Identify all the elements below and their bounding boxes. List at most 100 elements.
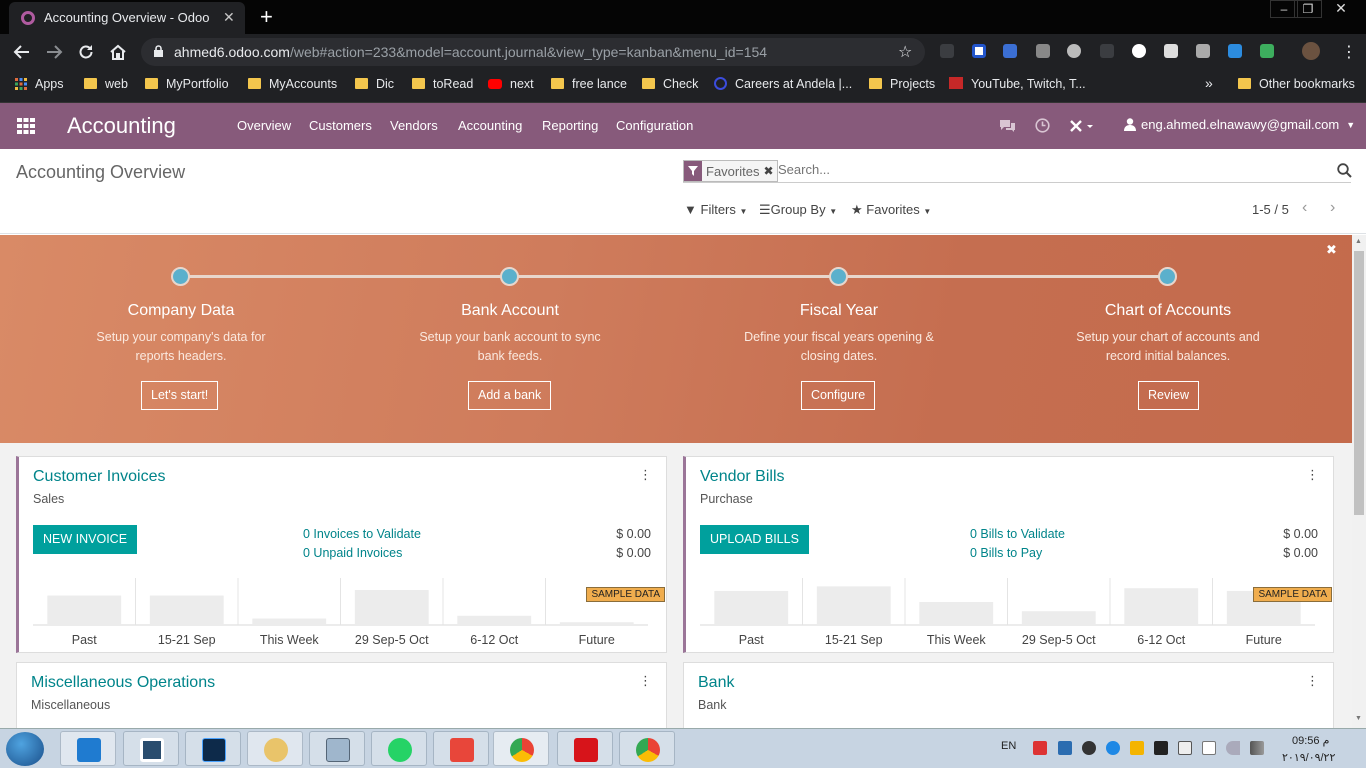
bookmark-folder[interactable]: MyAccounts <box>248 77 337 91</box>
back-icon[interactable] <box>13 43 31 61</box>
menu-reporting[interactable]: Reporting <box>542 118 598 133</box>
window-close-icon[interactable]: ✕ <box>1320 0 1362 18</box>
chart-bar[interactable] <box>1124 588 1199 625</box>
profile-avatar[interactable] <box>1302 42 1320 60</box>
chart-bar[interactable] <box>457 615 532 625</box>
bookmark-folder[interactable]: Projects <box>869 77 935 91</box>
apps-menu-icon[interactable] <box>17 118 35 134</box>
network-icon[interactable] <box>1250 741 1264 755</box>
pager-previous-icon[interactable]: ‹ <box>1302 199 1307 217</box>
extension-icon[interactable] <box>1228 44 1242 58</box>
tray-icon[interactable] <box>1178 741 1192 755</box>
bookmark-apps[interactable]: Apps <box>15 77 64 91</box>
tray-icon[interactable] <box>1033 741 1047 755</box>
add-bank-button[interactable]: Add a bank <box>468 381 552 410</box>
bookmark-youtube[interactable]: next <box>488 77 534 91</box>
scroll-thumb[interactable] <box>1354 251 1364 515</box>
taskbar-acrobat[interactable] <box>557 731 613 766</box>
journal-title[interactable]: Miscellaneous Operations <box>31 674 215 692</box>
favorites-dropdown[interactable]: ★ Favorites ▼ <box>851 202 931 218</box>
chart-bar[interactable] <box>149 595 224 625</box>
extension-icon[interactable] <box>1164 44 1178 58</box>
volume-icon[interactable] <box>1226 741 1240 755</box>
card-menu-icon[interactable]: ⋮ <box>639 673 652 689</box>
filters-dropdown[interactable]: ▼ Filters ▼ <box>684 202 747 217</box>
scrollbar[interactable]: ▲ ▼ <box>1352 235 1366 728</box>
card-menu-icon[interactable]: ⋮ <box>1306 467 1319 483</box>
bills-to-pay-link[interactable]: 0 Bills to Pay <box>970 546 1042 560</box>
reload-icon[interactable] <box>77 43 95 61</box>
invoices-to-validate-link[interactable]: 0 Invoices to Validate <box>303 527 421 541</box>
extension-icon[interactable] <box>1260 44 1274 58</box>
bills-to-validate-link[interactable]: 0 Bills to Validate <box>970 527 1065 541</box>
chart-bar[interactable] <box>252 618 327 625</box>
debug-tools-icon[interactable] <box>1070 120 1094 133</box>
menu-vendors[interactable]: Vendors <box>390 118 438 133</box>
search-input[interactable] <box>778 162 1278 177</box>
journal-title[interactable]: Customer Invoices <box>33 468 166 486</box>
scroll-down-icon[interactable]: ▼ <box>1355 715 1362 722</box>
chart-bar[interactable] <box>354 590 429 625</box>
unpaid-invoices-link[interactable]: 0 Unpaid Invoices <box>303 546 402 560</box>
upload-bills-button[interactable]: UPLOAD BILLS <box>700 525 809 554</box>
menu-customers[interactable]: Customers <box>309 118 372 133</box>
taskbar-calculator[interactable] <box>309 731 365 766</box>
chart-bar[interactable] <box>1021 611 1096 625</box>
clock-date[interactable]: ٢٠١٩/٠٩/٢٢ <box>1282 751 1335 764</box>
chart-bar[interactable] <box>559 622 634 625</box>
journal-title[interactable]: Bank <box>698 674 734 692</box>
language-indicator[interactable]: EN <box>1001 740 1016 752</box>
taskbar-chrome[interactable] <box>493 731 549 766</box>
chart-bar[interactable] <box>816 586 891 625</box>
new-tab-icon[interactable]: + <box>260 4 273 30</box>
bookmark-folder[interactable]: free lance <box>551 77 627 91</box>
review-button[interactable]: Review <box>1138 381 1199 410</box>
restore-icon[interactable]: ❐ <box>1294 0 1322 18</box>
bookmark-folder[interactable]: MyPortfolio <box>145 77 229 91</box>
menu-overview[interactable]: Overview <box>237 118 291 133</box>
pager-next-icon[interactable]: › <box>1330 199 1335 217</box>
close-icon[interactable]: ✖ <box>1326 242 1337 258</box>
chart-bar[interactable] <box>47 595 122 625</box>
app-name[interactable]: Accounting <box>67 113 176 139</box>
teamviewer-icon[interactable] <box>1106 741 1120 755</box>
user-menu[interactable]: eng.ahmed.elnawawy@gmail.com ▼ <box>1124 117 1355 132</box>
extension-icon[interactable] <box>972 44 986 58</box>
tray-icon[interactable] <box>1130 741 1144 755</box>
search-icon[interactable] <box>1337 163 1352 178</box>
taskbar-whatsapp[interactable] <box>371 731 427 766</box>
taskbar-photoshop[interactable] <box>185 731 241 766</box>
start-button[interactable] <box>6 732 44 766</box>
tray-icon[interactable] <box>1058 741 1072 755</box>
action-center-flag-icon[interactable] <box>1202 741 1216 755</box>
taskbar-paint[interactable] <box>247 731 303 766</box>
bookmarks-overflow-icon[interactable]: » <box>1205 75 1213 91</box>
chart-bar[interactable] <box>919 602 994 625</box>
menu-accounting[interactable]: Accounting <box>458 118 522 133</box>
tray-icon[interactable] <box>1082 741 1096 755</box>
clock-time[interactable]: 09:56 م <box>1292 734 1329 747</box>
screenshot-extension-icon[interactable] <box>1196 44 1210 58</box>
card-menu-icon[interactable]: ⋮ <box>1306 673 1319 689</box>
configure-button[interactable]: Configure <box>801 381 876 410</box>
bookmark-folder[interactable]: toRead <box>412 77 473 91</box>
chart-bar[interactable] <box>714 590 789 625</box>
tab-close-icon[interactable]: ✕ <box>223 9 235 26</box>
forward-icon[interactable] <box>45 43 63 61</box>
menu-configuration[interactable]: Configuration <box>616 118 693 133</box>
group-by-dropdown[interactable]: ☰Group By ▼ <box>759 202 837 218</box>
chrome-menu-icon[interactable]: ⋮ <box>1341 42 1357 62</box>
new-invoice-button[interactable]: NEW INVOICE <box>33 525 138 554</box>
browser-tab[interactable]: Accounting Overview - Odoo ✕ <box>9 2 245 34</box>
card-menu-icon[interactable]: ⋮ <box>639 467 652 483</box>
activity-clock-icon[interactable] <box>1035 118 1050 133</box>
bookmark-youtube-twitch[interactable]: YouTube, Twitch, T... <box>949 77 1086 91</box>
pager-value[interactable]: 1-5 / 5 <box>1252 202 1289 217</box>
extension-icon[interactable] <box>1132 44 1146 58</box>
camera-extension-icon[interactable] <box>1003 44 1017 58</box>
bookmark-andela[interactable]: Careers at Andela |... <box>714 77 852 91</box>
extension-icon[interactable] <box>940 44 954 58</box>
bookmark-star-icon[interactable]: ☆ <box>898 42 912 62</box>
address-bar[interactable]: ahmed6.odoo.com/web#action=233&model=acc… <box>141 38 925 66</box>
taskbar-app[interactable] <box>123 731 179 766</box>
